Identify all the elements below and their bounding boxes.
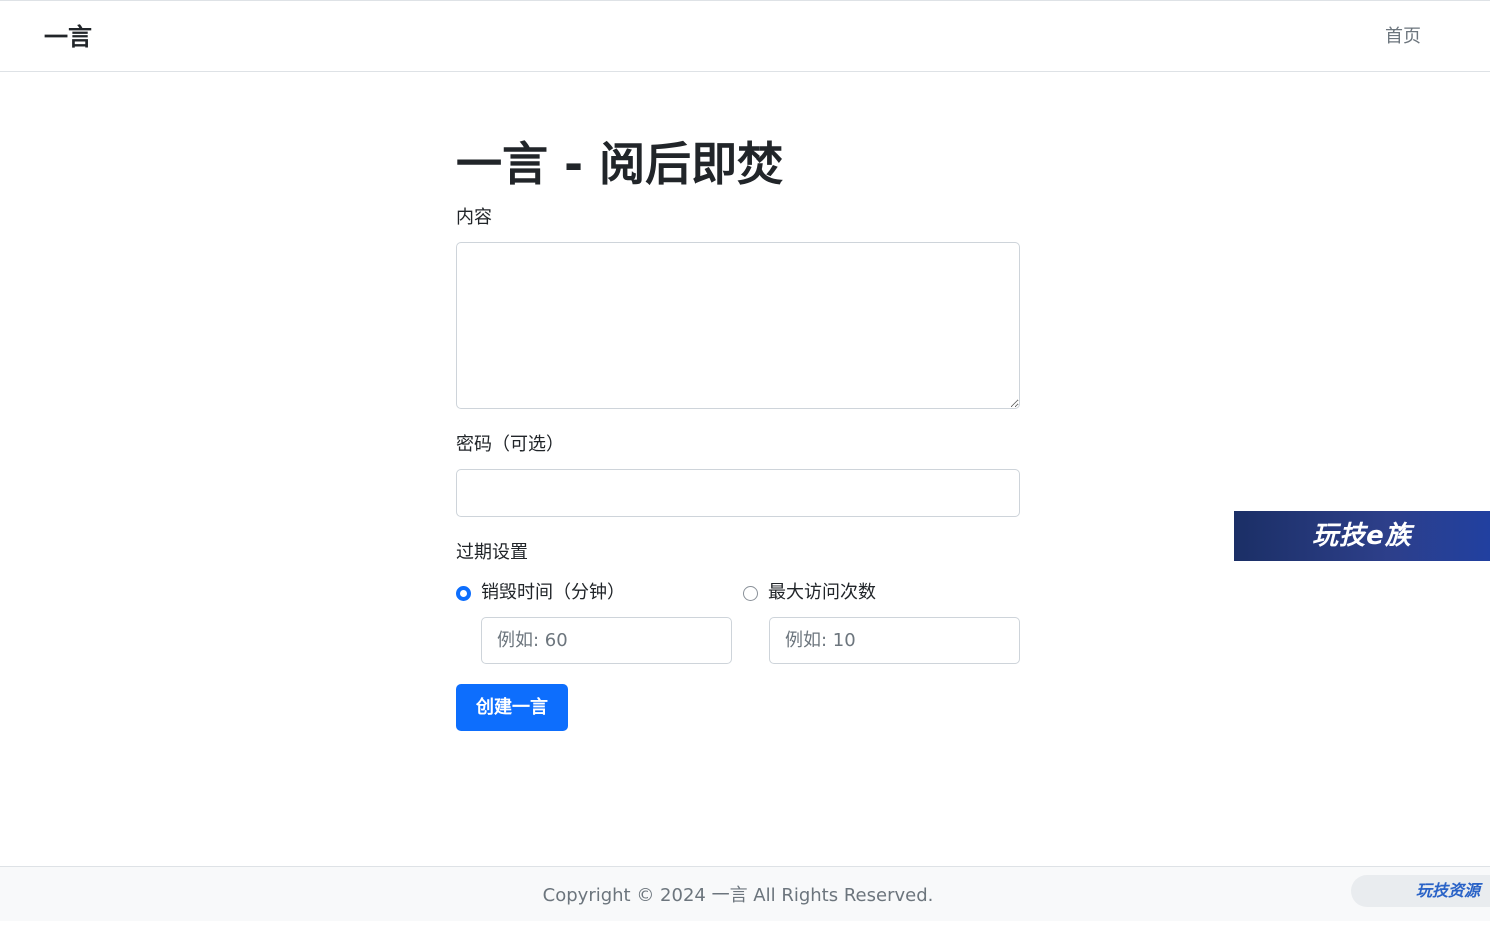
radio-max-visits[interactable]: 最大访问次数 — [743, 580, 876, 606]
expiry-label: 过期设置 — [456, 542, 528, 563]
nav-home-link[interactable]: 首页 — [1385, 24, 1421, 50]
footer-badge-text: 玩技资源 — [1415, 881, 1480, 900]
side-banner-text: 玩技e族 — [1312, 521, 1412, 551]
create-button[interactable]: 创建一言 — [456, 684, 568, 731]
brand-logo[interactable]: 一言 — [44, 21, 92, 53]
content-label: 内容 — [456, 207, 492, 228]
footer-badge[interactable]: 玩技资源 — [1351, 875, 1490, 907]
footer: Copyright © 2024 一言 All Rights Reserved.… — [0, 866, 1490, 921]
radio-destroy-time-circle[interactable] — [456, 585, 471, 601]
radio-destroy-time-label: 销毁时间（分钟） — [481, 582, 625, 603]
password-label: 密码（可选） — [456, 434, 564, 455]
radio-max-visits-label: 最大访问次数 — [768, 582, 876, 603]
side-banner-ad[interactable]: 玩技e族 — [1234, 511, 1490, 561]
copyright-text: Copyright © 2024 一言 All Rights Reserved. — [542, 885, 934, 906]
password-input[interactable] — [456, 469, 1020, 517]
navbar: 一言 首页 — [0, 1, 1490, 72]
content-textarea[interactable] — [456, 242, 1020, 409]
page-title: 一言 - 阅后即焚 — [456, 137, 784, 191]
radio-max-visits-circle[interactable] — [743, 585, 758, 601]
radio-destroy-time[interactable]: 销毁时间（分钟） — [456, 580, 625, 606]
max-visits-input[interactable] — [769, 617, 1020, 664]
destroy-minutes-input[interactable] — [481, 617, 732, 664]
